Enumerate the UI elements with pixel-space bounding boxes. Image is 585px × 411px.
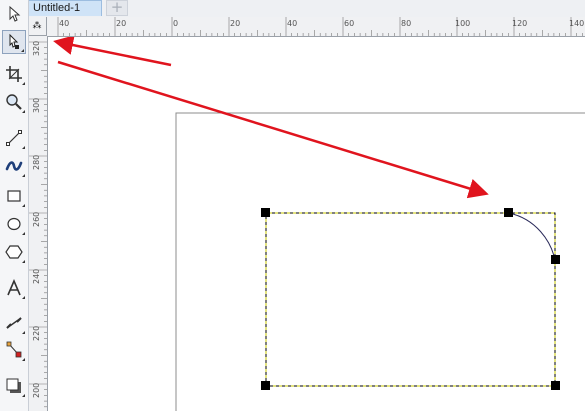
drop-shadow-icon bbox=[6, 378, 21, 393]
v-ruler-label: 300 bbox=[32, 98, 41, 113]
rectangle-tool[interactable] bbox=[2, 184, 26, 208]
flyout-indicator-icon bbox=[22, 358, 25, 361]
ruler-origin-corner[interactable]: ⁂ bbox=[28, 17, 47, 36]
flyout-indicator-icon bbox=[22, 296, 25, 299]
flyout-indicator-icon bbox=[22, 232, 25, 235]
flyout-indicator-icon bbox=[22, 82, 25, 85]
dimension-icon bbox=[6, 317, 22, 329]
h-ruler-label: 140 bbox=[569, 19, 584, 28]
flyout-indicator-icon bbox=[22, 331, 25, 334]
document-tab-title: Untitled-1 bbox=[33, 2, 81, 14]
selection-marquee bbox=[265, 212, 556, 387]
h-ruler-label: 40 bbox=[287, 19, 297, 28]
fill-gradient-icon bbox=[6, 341, 22, 358]
h-ruler-label: 20 bbox=[116, 19, 126, 28]
freehand-tool[interactable] bbox=[2, 126, 26, 150]
page-border bbox=[175, 112, 585, 411]
h-ruler-label: 0 bbox=[173, 19, 178, 28]
text-a-icon bbox=[7, 279, 21, 296]
flyout-indicator-icon bbox=[21, 49, 24, 52]
node-handle[interactable] bbox=[261, 208, 270, 217]
shape-tool[interactable] bbox=[2, 30, 26, 54]
v-ruler-label: 320 bbox=[32, 41, 41, 56]
artistic-media-tool[interactable] bbox=[2, 154, 26, 178]
document-tab[interactable]: Untitled-1 bbox=[28, 0, 102, 16]
node-handle[interactable] bbox=[551, 255, 560, 264]
crop-tool[interactable] bbox=[2, 62, 26, 86]
polygon-tool[interactable] bbox=[2, 240, 26, 264]
h-ruler-label: 40 bbox=[59, 19, 69, 28]
v-ruler-label: 280 bbox=[32, 155, 41, 170]
ruler-origin-icon: ⁂ bbox=[32, 21, 42, 31]
horizontal-ruler[interactable]: 40 20 0 20 40 60 80 100 120 140 bbox=[47, 17, 585, 37]
magnifier-icon bbox=[6, 94, 22, 110]
crop-icon bbox=[6, 66, 22, 82]
node-handle[interactable] bbox=[504, 208, 513, 217]
plus-icon: + bbox=[110, 0, 124, 16]
node-handle[interactable] bbox=[261, 381, 270, 390]
pick-tool[interactable] bbox=[2, 2, 26, 26]
shadow-tool[interactable] bbox=[2, 374, 26, 398]
rounded-corner-curve bbox=[508, 212, 556, 261]
new-document-tab-button[interactable]: + bbox=[106, 0, 128, 16]
vertical-ruler[interactable]: 320 300 280 260 240 220 200 bbox=[28, 36, 48, 411]
zoom-tool[interactable] bbox=[2, 90, 26, 114]
v-ruler-label: 200 bbox=[32, 383, 41, 398]
flyout-indicator-icon bbox=[22, 260, 25, 263]
interactive-fill-tool[interactable] bbox=[2, 338, 26, 362]
ellipse-tool[interactable] bbox=[2, 212, 26, 236]
selection-marquee-dash bbox=[265, 212, 556, 387]
h-ruler-label: 60 bbox=[344, 19, 354, 28]
h-ruler-label: 100 bbox=[455, 19, 470, 28]
annotation-arrow bbox=[57, 60, 489, 199]
h-ruler-label: 80 bbox=[401, 19, 411, 28]
v-ruler-label: 220 bbox=[32, 326, 41, 341]
dimension-tool[interactable] bbox=[2, 311, 26, 335]
flyout-indicator-icon bbox=[22, 110, 25, 113]
h-ruler-label: 20 bbox=[230, 19, 240, 28]
flyout-indicator-icon bbox=[22, 174, 25, 177]
annotation-arrow bbox=[53, 37, 172, 67]
freehand-line-icon bbox=[6, 130, 22, 146]
toolbox bbox=[0, 0, 29, 411]
h-ruler-label: 120 bbox=[512, 19, 527, 28]
document-tab-bar: Untitled-1 + bbox=[0, 0, 585, 18]
brush-stroke-icon bbox=[5, 161, 23, 171]
node-handle[interactable] bbox=[551, 381, 560, 390]
text-tool[interactable] bbox=[2, 276, 26, 300]
pointer-arrow-icon bbox=[9, 5, 21, 22]
ellipse-icon bbox=[7, 217, 21, 231]
hexagon-icon bbox=[5, 245, 23, 259]
flyout-indicator-icon bbox=[22, 394, 25, 397]
flyout-indicator-icon bbox=[22, 146, 25, 149]
v-ruler-label: 260 bbox=[32, 212, 41, 227]
rectangle-icon bbox=[7, 190, 21, 202]
flyout-indicator-icon bbox=[22, 204, 25, 207]
drawing-canvas[interactable] bbox=[48, 37, 585, 411]
v-ruler-label: 240 bbox=[32, 269, 41, 284]
